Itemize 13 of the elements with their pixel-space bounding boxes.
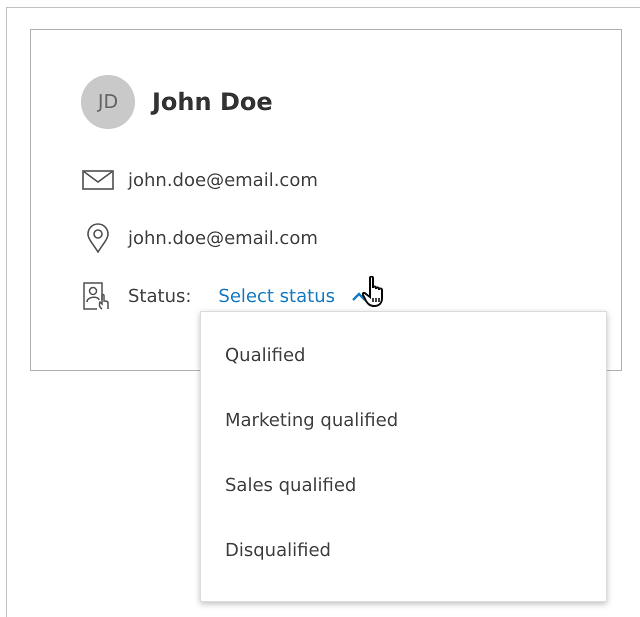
location-pin-icon <box>87 223 109 253</box>
status-option[interactable]: Qualified <box>201 323 606 388</box>
select-status-link[interactable]: Select status <box>218 286 335 306</box>
status-option[interactable]: Sales qualified <box>201 453 606 518</box>
status-label: Status: <box>128 286 192 306</box>
contact-name: John Doe <box>152 88 273 116</box>
envelope-icon <box>82 170 114 190</box>
status-option[interactable]: Marketing qualified <box>201 388 606 453</box>
avatar: JD <box>81 75 135 129</box>
status-option[interactable]: Disqualified <box>201 518 606 583</box>
location-text: john.doe@email.com <box>128 228 318 248</box>
email-text: john.doe@email.com <box>128 170 318 190</box>
caret-icon[interactable] <box>352 292 366 300</box>
